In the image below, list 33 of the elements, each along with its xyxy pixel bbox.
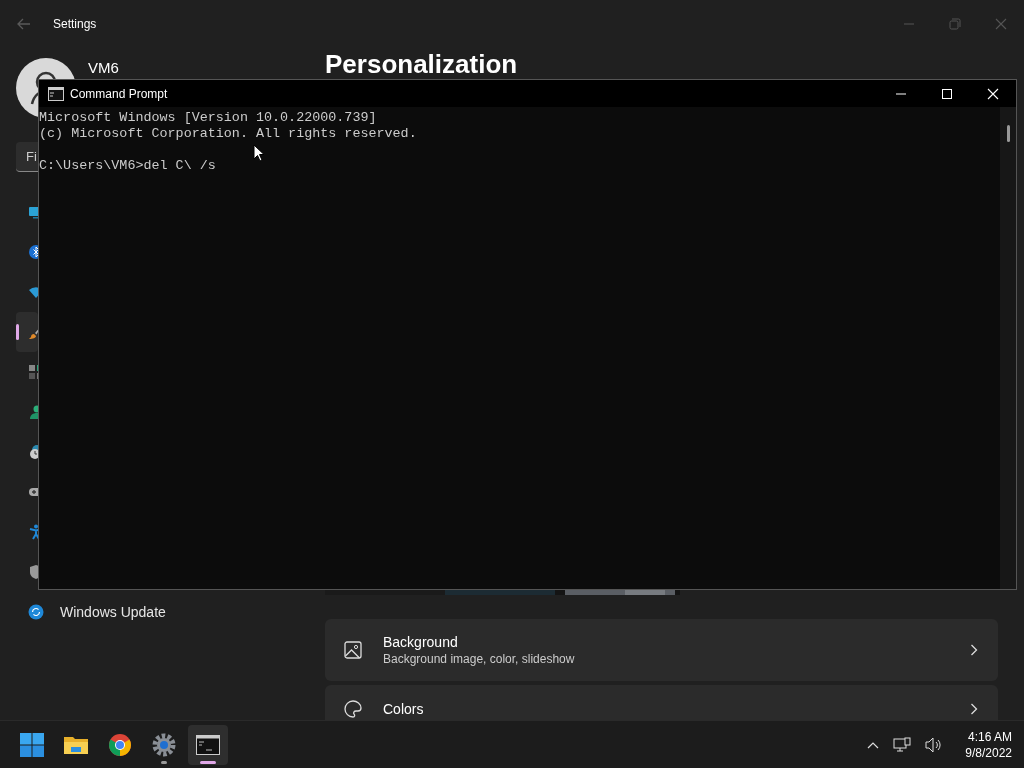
network-icon[interactable] xyxy=(893,736,912,753)
palette-icon xyxy=(343,699,363,719)
speaker-icon[interactable] xyxy=(925,736,944,753)
settings-card[interactable]: Colors xyxy=(325,685,998,720)
sidebar-item[interactable]: Windows Update xyxy=(16,592,300,632)
page-title: Personalization xyxy=(325,50,519,79)
windows-logo-icon xyxy=(20,732,44,757)
gear-icon xyxy=(152,732,176,757)
back-icon[interactable] xyxy=(17,18,31,30)
terminal-icon xyxy=(196,734,220,755)
terminal-icon xyxy=(48,86,64,101)
scrollbar[interactable] xyxy=(1000,107,1016,589)
window-title: Settings xyxy=(53,17,97,31)
chevron-up-icon[interactable] xyxy=(867,740,880,749)
console-line: C:\Users\VM6>del C\ /s xyxy=(39,158,217,174)
settings-card[interactable]: Background Background image, color, slideshow xyxy=(325,619,998,681)
maximize-icon[interactable] xyxy=(941,87,953,100)
profile-name: VM6 xyxy=(88,59,119,76)
cursor-icon xyxy=(253,144,265,162)
sidebar-item[interactable] xyxy=(16,312,38,352)
window-title: Command Prompt xyxy=(70,86,168,101)
card-title: Background xyxy=(383,633,459,651)
card-subtitle: Background image, color, slideshow xyxy=(383,651,576,667)
clock[interactable]: 4:16 AM 9/8/2022 xyxy=(965,728,1012,761)
browser-icon xyxy=(108,732,132,757)
console-line: (c) Microsoft Corporation. All rights reserved. xyxy=(39,126,418,142)
taskbar-button[interactable] xyxy=(188,724,228,765)
chevron-right-icon xyxy=(970,703,978,715)
sync-icon xyxy=(28,604,44,620)
card-title: Colors xyxy=(383,700,425,718)
image-icon xyxy=(343,640,363,660)
chevron-right-icon xyxy=(970,644,978,656)
console-line: Microsoft Windows [Version 10.0.22000.739] xyxy=(39,110,378,126)
